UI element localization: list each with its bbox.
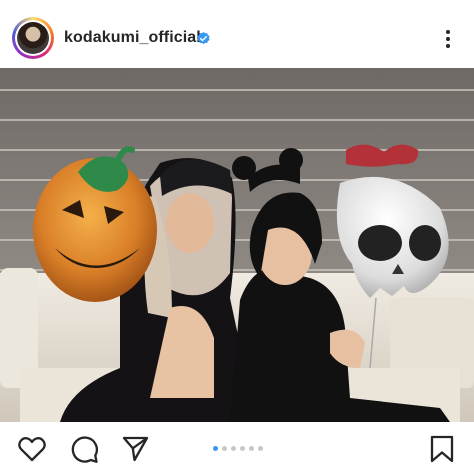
carousel-dot xyxy=(222,446,227,451)
more-options-icon[interactable] xyxy=(440,28,456,50)
photo-illustration xyxy=(0,68,474,422)
share-icon[interactable] xyxy=(122,436,149,462)
carousel-dot xyxy=(258,446,263,451)
carousel-dot xyxy=(240,446,245,451)
post-header: kodakumi_official xyxy=(0,0,474,70)
comment-icon[interactable] xyxy=(71,436,98,463)
carousel-dot xyxy=(249,446,254,451)
carousel-indicator xyxy=(213,446,263,452)
heart-icon[interactable] xyxy=(18,436,46,462)
verified-icon xyxy=(197,31,210,45)
post-photo[interactable] xyxy=(0,68,474,422)
bookmark-icon[interactable] xyxy=(430,435,454,463)
avatar-inner xyxy=(15,20,51,56)
carousel-dot xyxy=(231,446,236,451)
carousel-dot-active xyxy=(213,446,218,451)
avatar[interactable] xyxy=(12,17,54,59)
username[interactable]: kodakumi_official xyxy=(64,29,201,47)
avatar-photo xyxy=(17,22,49,54)
